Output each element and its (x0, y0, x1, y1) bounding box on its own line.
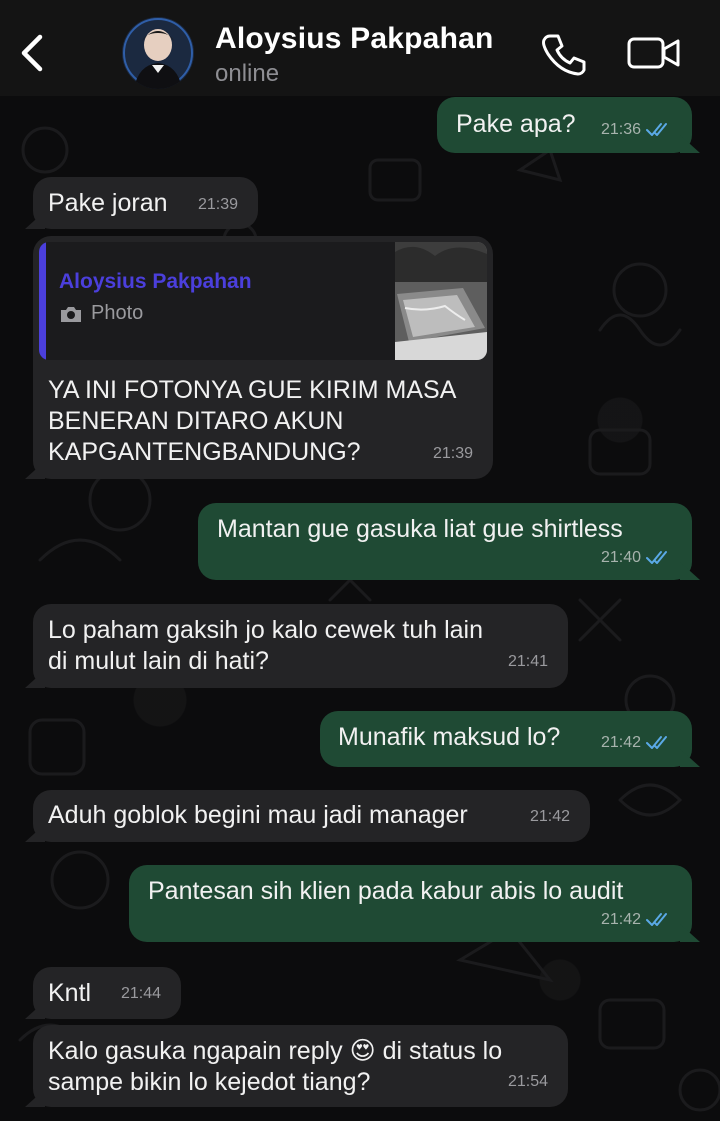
message-text: Pake joran (48, 189, 168, 217)
message-text: Kalo gasuka ngapain reply 😍 di status lo… (48, 1037, 503, 1096)
video-call-button[interactable] (626, 34, 682, 72)
double-check-icon (646, 122, 667, 136)
contact-status: online (215, 60, 280, 87)
message-text: Pake apa? (456, 110, 576, 138)
message-text: Mantan gue gasuka liat gue shirtless (217, 515, 623, 543)
avatar[interactable] (122, 17, 194, 89)
message-time: 21:39 (197, 196, 238, 213)
message-incoming-reply[interactable]: Aloysius Pakpahan Photo YA INI FOTONYA G… (33, 236, 493, 479)
phone-icon (542, 34, 586, 76)
quoted-author: Aloysius Pakpahan (59, 270, 252, 293)
message-time: 21:40 (600, 549, 641, 566)
message-outgoing[interactable]: Pantesan sih klien pada kabur abis lo au… (129, 865, 692, 942)
message-text: Aduh goblok begini mau jadi manager (48, 801, 468, 829)
message-incoming[interactable]: Aduh goblok begini mau jadi manager 21:4… (33, 790, 590, 842)
quoted-type: Photo (59, 298, 143, 329)
video-camera-icon (627, 37, 680, 69)
message-text: YA INI FOTONYA GUE KIRIM MASA BENERAN DI… (48, 376, 456, 466)
message-meta: 21:42 (601, 904, 672, 935)
message-time: 21:54 (507, 1073, 548, 1090)
message-meta: 21:42 (601, 727, 672, 758)
message-time: 21:42 (600, 911, 641, 928)
message-incoming[interactable]: Kntl 21:44 (33, 967, 181, 1019)
voice-call-button[interactable] (540, 30, 586, 76)
message-time: 21:44 (120, 985, 161, 1002)
double-check-icon (646, 550, 667, 564)
chevron-left-icon (21, 34, 43, 72)
message-text: Kntl (48, 979, 92, 1007)
avatar-image (122, 17, 194, 89)
message-outgoing[interactable]: Munafik maksud lo? 21:42 (320, 711, 692, 767)
chat-screen: Aloysius Pakpahan online Pake apa? 21:36… (0, 0, 720, 1121)
double-check-icon (646, 912, 667, 926)
message-text: Munafik maksud lo? (338, 723, 561, 751)
back-button[interactable] (14, 28, 50, 78)
message-text: Lo paham gaksih jo kalo cewek tuh lain d… (48, 616, 483, 675)
message-time: 21:42 (600, 734, 641, 751)
message-incoming[interactable]: Kalo gasuka ngapain reply 😍 di status lo… (33, 1025, 568, 1107)
contact-name[interactable]: Aloysius Pakpahan (215, 22, 494, 56)
message-time: 21:42 (529, 808, 570, 825)
message-text: Pantesan sih klien pada kabur abis lo au… (148, 877, 624, 905)
chat-header: Aloysius Pakpahan online (0, 0, 720, 96)
quote-accent-bar (39, 242, 46, 360)
message-incoming[interactable]: Pake joran 21:39 (33, 177, 258, 229)
message-incoming[interactable]: Lo paham gaksih jo kalo cewek tuh lain d… (33, 604, 568, 688)
message-outgoing[interactable]: Mantan gue gasuka liat gue shirtless 21:… (198, 503, 692, 580)
message-meta: 21:36 (601, 114, 672, 145)
photo-thumbnail (395, 242, 487, 360)
message-meta: 21:40 (601, 542, 672, 573)
quoted-type-label: Photo (91, 302, 144, 324)
camera-icon (61, 306, 81, 322)
message-time: 21:39 (432, 445, 473, 462)
message-time: 21:41 (507, 653, 548, 670)
double-check-icon (646, 735, 667, 749)
message-time: 21:36 (600, 121, 641, 138)
quoted-message[interactable]: Aloysius Pakpahan Photo (39, 242, 487, 360)
message-outgoing[interactable]: Pake apa? 21:36 (437, 97, 692, 153)
